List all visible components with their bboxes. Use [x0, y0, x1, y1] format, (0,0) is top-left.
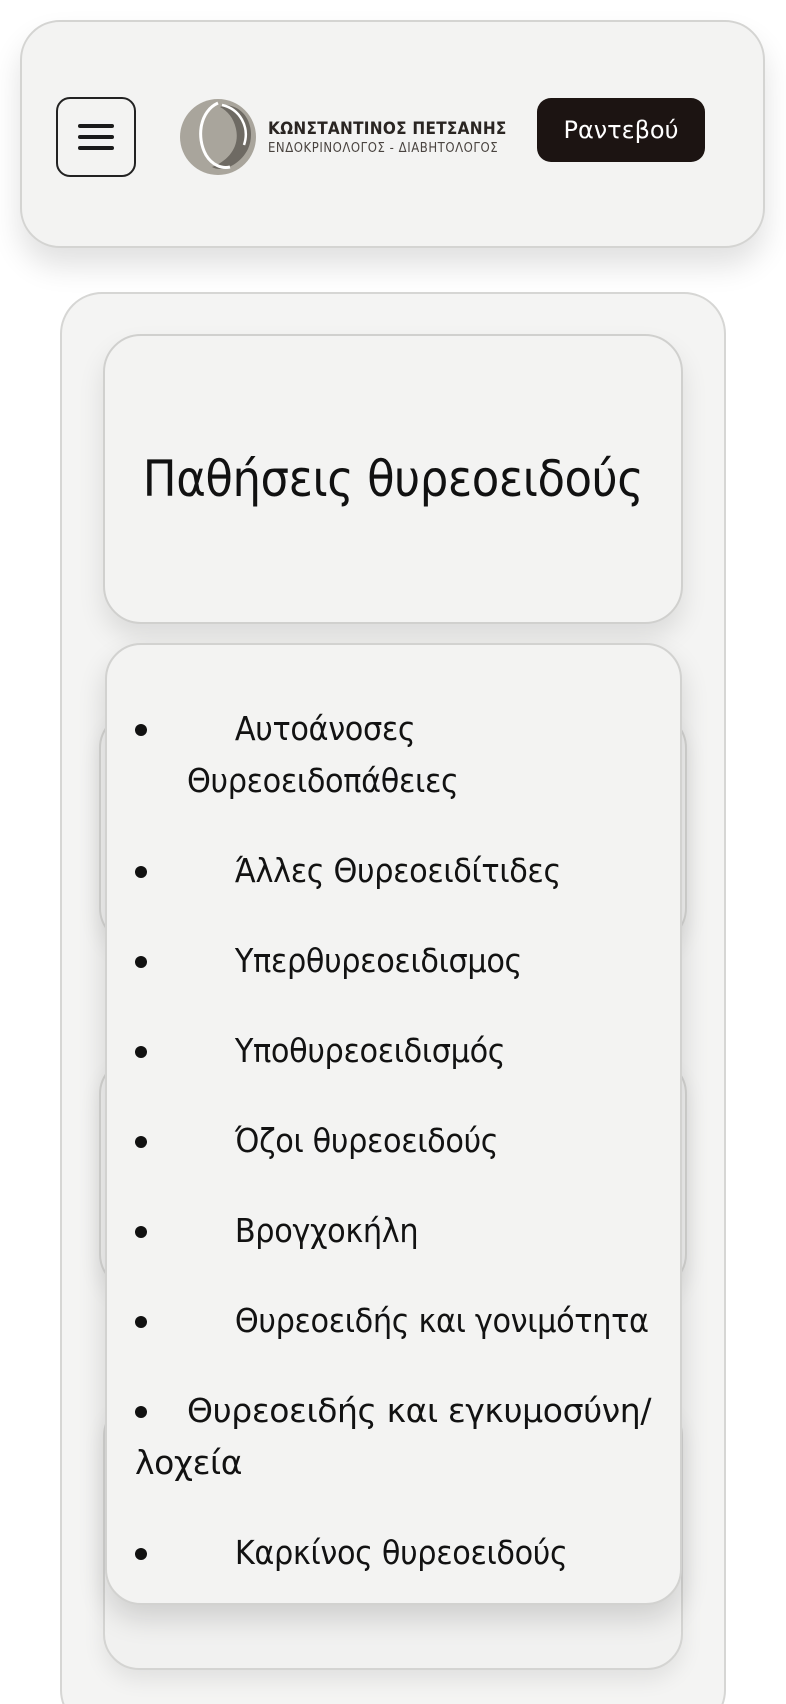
- list-item[interactable]: Βρογχοκήλη: [135, 1205, 655, 1257]
- list-item[interactable]: Όζοι θυρεοειδούς: [135, 1115, 655, 1167]
- logo[interactable]: ΚΩΝΣΤΑΝΤΙΝΟΣ ΠΕΤΣΑΝΗΣ ΕΝΔΟΚΡΙΝΟΛΟΓΟΣ - Δ…: [178, 97, 533, 177]
- bullet-icon: [135, 1548, 147, 1560]
- hamburger-line: [78, 124, 114, 128]
- conditions-list: Αυτοάνοσες Θυρεοειδοπάθειες Άλλες Θυρεοε…: [135, 703, 655, 1617]
- hamburger-line: [78, 135, 114, 139]
- list-item[interactable]: Θυρεοειδής και εγκυμοσύνη/λοχεία: [135, 1385, 655, 1489]
- site-header: ΚΩΝΣΤΑΝΤΙΝΟΣ ΠΕΤΣΑΝΗΣ ΕΝΔΟΚΡΙΝΟΛΟΓΟΣ - Δ…: [20, 20, 765, 248]
- list-item[interactable]: Υπερθυρεοειδισμος: [135, 935, 655, 987]
- title-card: Παθήσεις θυρεοειδούς: [103, 334, 683, 624]
- list-item[interactable]: Θυρεοειδής και γονιμότητα: [135, 1295, 655, 1347]
- list-item[interactable]: Υποθυρεοειδισμός: [135, 1025, 655, 1077]
- logo-text: ΚΩΝΣΤΑΝΤΙΝΟΣ ΠΕΤΣΑΝΗΣ ΕΝΔΟΚΡΙΝΟΛΟΓΟΣ - Δ…: [268, 119, 533, 156]
- bullet-icon: [135, 1406, 147, 1418]
- bullet-icon: [135, 956, 147, 968]
- bullet-icon: [135, 1316, 147, 1328]
- bullet-icon: [135, 1136, 147, 1148]
- hamburger-line: [78, 146, 114, 150]
- page: ΚΩΝΣΤΑΝΤΙΝΟΣ ΠΕΤΣΑΝΗΣ ΕΝΔΟΚΡΙΝΟΛΟΓΟΣ - Δ…: [0, 0, 786, 1704]
- menu-button[interactable]: [56, 97, 136, 177]
- bullet-icon: [135, 1226, 147, 1238]
- list-item[interactable]: Αυτοάνοσες Θυρεοειδοπάθειες: [135, 703, 655, 807]
- logo-subtitle: ΕΝΔΟΚΡΙΝΟΛΟΓΟΣ - ΔΙΑΒΗΤΟΛΟΓΟΣ: [268, 140, 499, 156]
- bullet-icon: [135, 724, 147, 736]
- page-title: Παθήσεις θυρεοειδούς: [142, 450, 644, 508]
- bullet-icon: [135, 1046, 147, 1058]
- logo-mark-icon: [180, 99, 256, 175]
- conditions-list-card: Αυτοάνοσες Θυρεοειδοπάθειες Άλλες Θυρεοε…: [105, 643, 682, 1605]
- logo-name: ΚΩΝΣΤΑΝΤΙΝΟΣ ΠΕΤΣΑΝΗΣ: [268, 118, 507, 139]
- list-item[interactable]: Καρκίνος θυρεοειδούς: [135, 1527, 655, 1579]
- bullet-icon: [135, 866, 147, 878]
- list-item[interactable]: Άλλες Θυρεοειδίτιδες: [135, 845, 655, 897]
- appointment-button[interactable]: Ραντεβού: [537, 98, 705, 162]
